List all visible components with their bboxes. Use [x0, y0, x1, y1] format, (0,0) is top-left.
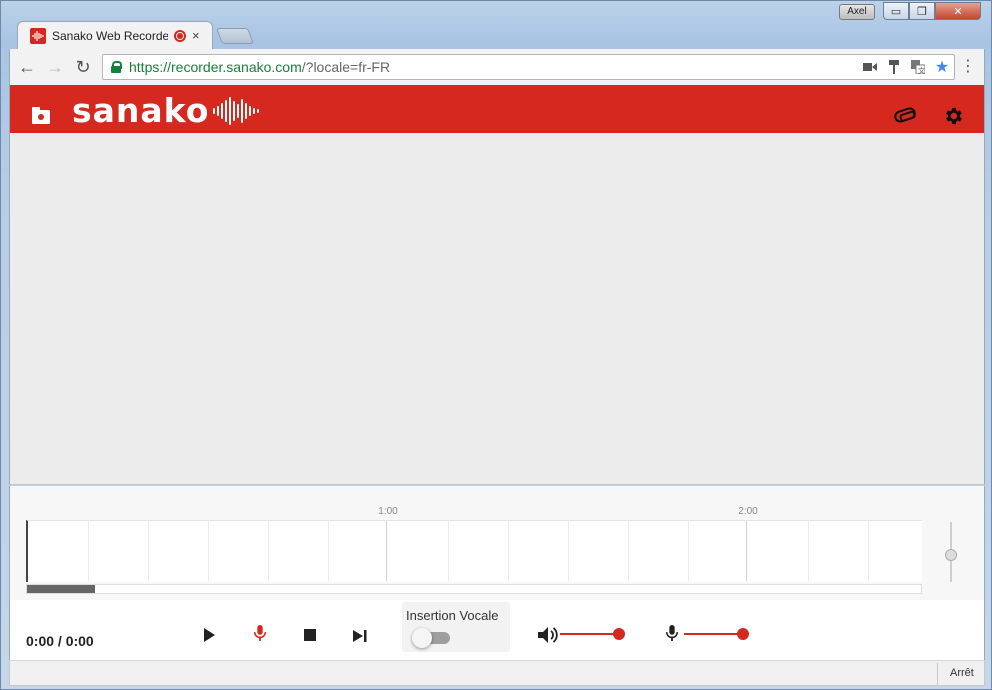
omnibox-icons: 文 ★ — [862, 59, 950, 76]
recording-indicator-icon — [174, 29, 186, 42]
voice-insertion-toggle[interactable] — [412, 628, 450, 648]
browser-menu-icon[interactable]: ⋮ — [960, 57, 976, 77]
back-icon[interactable]: ← — [16, 56, 38, 78]
forward-icon[interactable]: → — [44, 56, 66, 78]
browser-window: Axel ▭ ❐ ✕ Sanako Web Recorder × ← → ↻ h… — [0, 0, 992, 690]
minimize-button[interactable]: ▭ — [883, 2, 909, 20]
timeline-scrollbar[interactable] — [26, 584, 922, 594]
voice-insertion-label: Insertion Vocale — [406, 608, 499, 623]
sanako-favicon-icon — [30, 27, 46, 44]
url-host: https://recorder.sanako.com — [129, 59, 302, 75]
time-display: 0:00 / 0:00 — [26, 633, 94, 649]
paintbrush-icon[interactable] — [886, 59, 902, 75]
stop-icon[interactable] — [304, 629, 316, 641]
timeline-section: 1:00 2:00 — [9, 486, 985, 600]
tab-title: Sanako Web Recorder — [52, 28, 168, 43]
star-icon[interactable]: ★ — [934, 59, 950, 76]
tick-label-1min: 1:00 — [378, 506, 398, 517]
voice-insertion-panel: Insertion Vocale — [402, 602, 510, 652]
voice-insertion-toggle-knob[interactable] — [412, 628, 432, 648]
address-bar[interactable]: https://recorder.sanako.com/?locale=fr-F… — [102, 54, 955, 80]
sanako-logo: sanako — [72, 91, 260, 130]
lock-icon — [111, 61, 122, 73]
zoom-slider-knob[interactable] — [945, 549, 957, 561]
translate-icon[interactable]: 文 — [910, 59, 926, 75]
camera-icon[interactable] — [862, 59, 878, 75]
timeline-scroll-thumb[interactable] — [27, 585, 95, 593]
reload-icon[interactable]: ↻ — [72, 56, 94, 78]
logo-text: sanako — [72, 91, 210, 130]
status-divider — [937, 663, 938, 685]
recording-workspace — [9, 133, 985, 485]
svg-text:文: 文 — [918, 66, 925, 74]
play-icon[interactable] — [204, 628, 215, 642]
user-badge[interactable]: Axel — [839, 4, 875, 20]
logo-wave-icon — [213, 96, 260, 126]
playback-volume-knob[interactable] — [613, 628, 625, 640]
tick-label-2min: 2:00 — [738, 506, 758, 517]
paperclip-icon[interactable] — [892, 105, 918, 125]
browser-tab[interactable]: Sanako Web Recorder × — [17, 21, 213, 49]
new-tab-button[interactable] — [216, 28, 254, 44]
zoom-slider[interactable] — [945, 522, 957, 582]
url-query: /?locale=fr-FR — [301, 59, 391, 75]
window-controls: ▭ ❐ ✕ — [883, 2, 981, 20]
app-header: sanako — [9, 85, 985, 133]
playback-controls: 0:00 / 0:00 Insertion Vocale — [9, 600, 985, 660]
mic-volume-slider[interactable] — [684, 633, 744, 635]
status-text: Arrêt — [950, 667, 974, 679]
record-mic-icon[interactable] — [252, 625, 268, 641]
maximize-button[interactable]: ❐ — [909, 2, 935, 20]
playback-volume-slider[interactable] — [560, 633, 620, 635]
status-bar: Arrêt — [9, 660, 985, 686]
folder-user-icon[interactable] — [32, 107, 50, 124]
close-window-button[interactable]: ✕ — [935, 2, 981, 20]
tab-close-icon[interactable]: × — [192, 28, 200, 43]
gear-icon[interactable] — [942, 105, 964, 127]
mic-volume-icon[interactable] — [664, 625, 680, 641]
waveform-timeline[interactable] — [26, 520, 922, 582]
skip-next-icon[interactable] — [352, 628, 368, 644]
mic-volume-knob[interactable] — [737, 628, 749, 640]
browser-toolbar: ← → ↻ https://recorder.sanako.com/?local… — [9, 49, 985, 85]
speaker-volume-icon[interactable] — [538, 626, 558, 644]
